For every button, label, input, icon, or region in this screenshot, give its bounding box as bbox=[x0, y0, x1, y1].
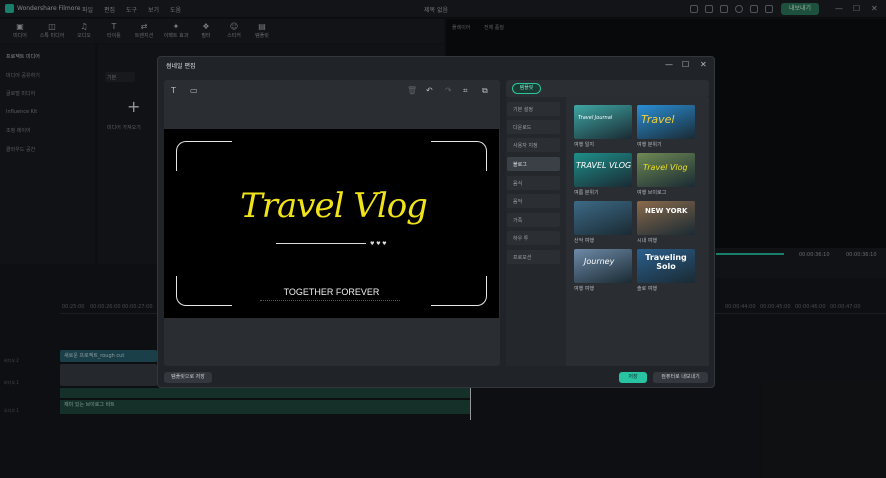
category-food[interactable]: 음식 bbox=[507, 176, 560, 190]
template-thumb[interactable]: Traveling Solo bbox=[637, 249, 695, 283]
template-thumb-text: Travel Vlog bbox=[643, 163, 688, 172]
template-thumb-text: Traveling Solo bbox=[645, 253, 687, 271]
dialog-maximize-icon[interactable]: ☐ bbox=[682, 60, 689, 69]
dialog-close-icon[interactable]: ✕ bbox=[700, 60, 707, 69]
template-thumb[interactable]: NEW YORK bbox=[637, 201, 695, 235]
image-tool-icon[interactable]: ▭ bbox=[190, 86, 198, 95]
template-label: 산악 여행 bbox=[574, 238, 594, 244]
category-download[interactable]: 다운로드 bbox=[507, 120, 560, 134]
template-label: 솔로 여행 bbox=[637, 286, 657, 292]
dialog-minimize-icon[interactable]: — bbox=[665, 60, 673, 69]
canvas-title-text[interactable]: Travel Vlog bbox=[226, 186, 441, 246]
template-label: 여름 분위기 bbox=[574, 190, 599, 196]
template-label: 여행 일지 bbox=[574, 142, 594, 148]
tab-template[interactable]: 템플릿 bbox=[512, 83, 541, 94]
save-as-template-button[interactable]: 템플릿으로 저장 bbox=[164, 372, 212, 383]
dialog-title: 썸네일 편집 bbox=[166, 63, 196, 70]
template-thumb-text: Travel bbox=[641, 113, 675, 126]
template-label: 여행 분위기 bbox=[637, 142, 662, 148]
text-tool-icon[interactable]: T bbox=[171, 86, 176, 95]
undo-icon[interactable]: ↶ bbox=[426, 86, 433, 95]
template-thumb[interactable]: Travel Journal bbox=[574, 105, 632, 139]
template-thumb[interactable] bbox=[574, 201, 632, 235]
replace-icon[interactable]: ⧉ bbox=[482, 86, 488, 96]
heart-icon: ♥ ♥ ♥ bbox=[370, 241, 387, 247]
delete-icon[interactable]: 🗑 bbox=[407, 86, 417, 95]
crop-icon[interactable]: ⌗ bbox=[463, 86, 468, 96]
template-thumb-text: TRAVEL VLOG bbox=[576, 161, 632, 170]
template-thumb[interactable]: Journey bbox=[574, 249, 632, 283]
template-thumb[interactable]: TRAVEL VLOG bbox=[574, 153, 632, 187]
export-to-computer-button[interactable]: 컴퓨터로 내보내기 bbox=[653, 372, 708, 383]
canvas-dotted-line bbox=[260, 300, 400, 303]
category-basic[interactable]: 기본 설정 bbox=[507, 102, 560, 116]
category-how-to[interactable]: 하우 투 bbox=[507, 231, 560, 245]
template-grid: Travel Journal Travel TRAVEL VLOG Travel… bbox=[566, 97, 709, 366]
template-thumb-text: Travel Journal bbox=[578, 115, 613, 121]
template-thumb-text: Journey bbox=[584, 257, 615, 266]
template-thumb[interactable]: Travel Vlog bbox=[637, 153, 695, 187]
category-blog[interactable]: 블로그 bbox=[507, 157, 560, 171]
template-label: 여행 브이로그 bbox=[637, 190, 667, 196]
category-promotion[interactable]: 프로모션 bbox=[507, 250, 560, 264]
template-label: 시내 여행 bbox=[637, 238, 657, 244]
category-family[interactable]: 가족 bbox=[507, 213, 560, 227]
category-music[interactable]: 음악 bbox=[507, 194, 560, 208]
template-thumb[interactable]: Travel bbox=[637, 105, 695, 139]
template-thumb-text: NEW YORK bbox=[645, 207, 688, 215]
frame-corner bbox=[176, 141, 232, 171]
category-custom[interactable]: 사용자 지정 bbox=[507, 138, 560, 152]
template-label: 여행 여행 bbox=[574, 286, 594, 292]
frame-corner bbox=[431, 141, 487, 171]
redo-icon[interactable]: ↷ bbox=[445, 86, 452, 95]
canvas-subtitle-text[interactable]: TOGETHER FOREVER bbox=[164, 287, 499, 297]
underline-swash bbox=[276, 243, 366, 244]
save-button[interactable]: 저장 bbox=[619, 372, 647, 383]
